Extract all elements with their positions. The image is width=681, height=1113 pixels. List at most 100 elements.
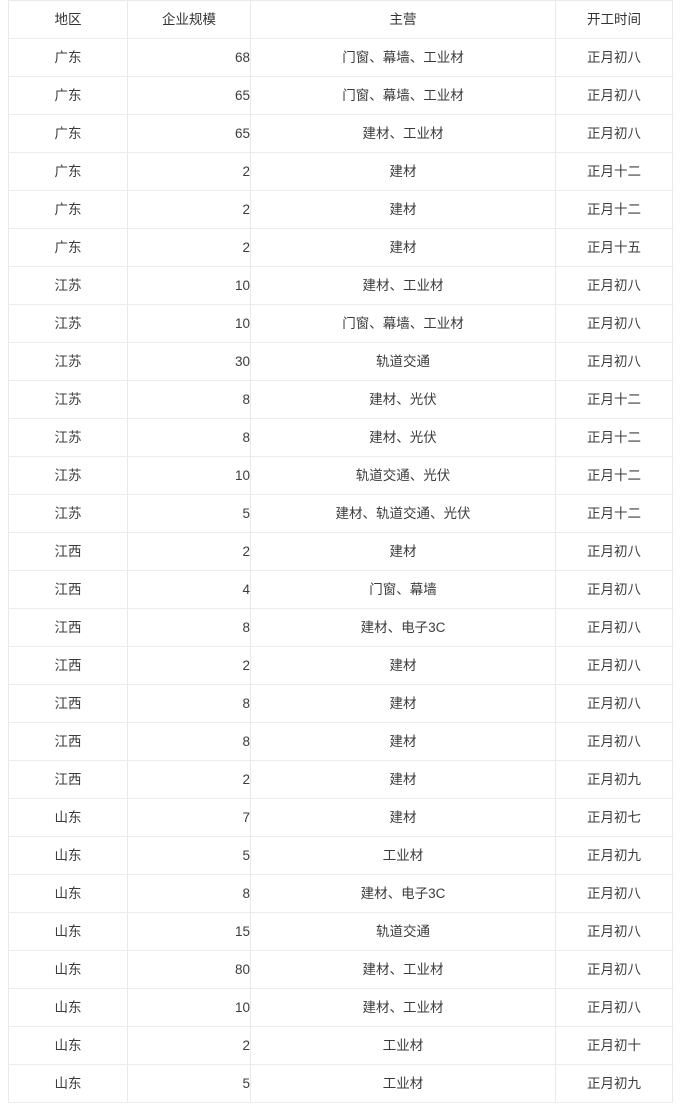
table-row: 山东 2 工业材 正月初十 — [8, 1026, 673, 1065]
cell-scale: 7 — [127, 798, 251, 837]
cell-biz: 建材 — [250, 190, 556, 229]
cell-scale: 2 — [127, 190, 251, 229]
cell-scale: 10 — [127, 266, 251, 305]
cell-date: 正月初八 — [555, 874, 673, 913]
table-row: 广东 65 门窗、幕墙、工业材 正月初八 — [8, 76, 673, 115]
table-row: 江西 2 建材 正月初八 — [8, 532, 673, 571]
table-row: 山东 5 工业材 正月初九 — [8, 836, 673, 875]
cell-biz: 建材、工业材 — [250, 114, 556, 153]
cell-date: 正月初八 — [555, 646, 673, 685]
cell-biz: 建材、工业材 — [250, 266, 556, 305]
cell-date: 正月初八 — [555, 950, 673, 989]
table-row: 江苏 10 轨道交通、光伏 正月十二 — [8, 456, 673, 495]
cell-scale: 30 — [127, 342, 251, 381]
cell-date: 正月十二 — [555, 190, 673, 229]
cell-scale: 2 — [127, 532, 251, 571]
cell-biz: 建材 — [250, 532, 556, 571]
table-row: 江苏 30 轨道交通 正月初八 — [8, 342, 673, 381]
cell-region: 广东 — [8, 152, 128, 191]
table-row: 山东 5 工业材 正月初九 — [8, 1064, 673, 1103]
cell-scale: 5 — [127, 1064, 251, 1103]
cell-scale: 5 — [127, 836, 251, 875]
table-row: 江西 2 建材 正月初九 — [8, 760, 673, 799]
cell-region: 江西 — [8, 570, 128, 609]
table-row: 江苏 8 建材、光伏 正月十二 — [8, 418, 673, 457]
table-row: 山东 10 建材、工业材 正月初八 — [8, 988, 673, 1027]
cell-biz: 建材 — [250, 760, 556, 799]
cell-date: 正月初八 — [555, 114, 673, 153]
enterprise-startup-table: 地区 企业规模 主营 开工时间 广东 68 门窗、幕墙、工业材 正月初八 广东 65 门窗、… — [8, 0, 673, 1103]
table-row: 江西 4 门窗、幕墙 正月初八 — [8, 570, 673, 609]
cell-biz: 建材 — [250, 722, 556, 761]
cell-biz: 门窗、幕墙、工业材 — [250, 304, 556, 343]
table-container: 地区 企业规模 主营 开工时间 广东 68 门窗、幕墙、工业材 正月初八 广东 65 门窗、… — [8, 0, 673, 1103]
table-row: 山东 80 建材、工业材 正月初八 — [8, 950, 673, 989]
cell-region: 广东 — [8, 38, 128, 77]
cell-biz: 建材、轨道交通、光伏 — [250, 494, 556, 533]
cell-scale: 10 — [127, 456, 251, 495]
table-row: 江西 8 建材 正月初八 — [8, 722, 673, 761]
cell-date: 正月十二 — [555, 494, 673, 533]
cell-scale: 8 — [127, 684, 251, 723]
column-header-date: 开工时间 — [555, 0, 673, 39]
cell-scale: 8 — [127, 418, 251, 457]
cell-date: 正月十二 — [555, 418, 673, 457]
cell-date: 正月初八 — [555, 988, 673, 1027]
cell-scale: 10 — [127, 304, 251, 343]
cell-biz: 建材、光伏 — [250, 380, 556, 419]
cell-region: 广东 — [8, 76, 128, 115]
cell-date: 正月十二 — [555, 152, 673, 191]
cell-region: 山东 — [8, 912, 128, 951]
cell-scale: 10 — [127, 988, 251, 1027]
cell-biz: 建材 — [250, 228, 556, 267]
cell-date: 正月初八 — [555, 684, 673, 723]
cell-biz: 轨道交通 — [250, 912, 556, 951]
cell-region: 江苏 — [8, 494, 128, 533]
cell-date: 正月初八 — [555, 304, 673, 343]
cell-region: 广东 — [8, 114, 128, 153]
table-row: 江西 8 建材 正月初八 — [8, 684, 673, 723]
table-row: 江西 2 建材 正月初八 — [8, 646, 673, 685]
cell-region: 江西 — [8, 760, 128, 799]
cell-date: 正月初十 — [555, 1026, 673, 1065]
cell-biz: 工业材 — [250, 1064, 556, 1103]
cell-region: 江苏 — [8, 342, 128, 381]
table-row: 广东 2 建材 正月十二 — [8, 152, 673, 191]
cell-scale: 8 — [127, 380, 251, 419]
cell-biz: 建材 — [250, 646, 556, 685]
cell-scale: 68 — [127, 38, 251, 77]
cell-scale: 80 — [127, 950, 251, 989]
cell-biz: 工业材 — [250, 1026, 556, 1065]
cell-biz: 建材 — [250, 684, 556, 723]
cell-scale: 8 — [127, 874, 251, 913]
cell-date: 正月初九 — [555, 836, 673, 875]
cell-scale: 8 — [127, 722, 251, 761]
cell-date: 正月初八 — [555, 342, 673, 381]
cell-scale: 2 — [127, 646, 251, 685]
table-row: 江苏 8 建材、光伏 正月十二 — [8, 380, 673, 419]
cell-region: 山东 — [8, 1026, 128, 1065]
table-row: 江苏 10 建材、工业材 正月初八 — [8, 266, 673, 305]
cell-region: 山东 — [8, 988, 128, 1027]
cell-biz: 轨道交通、光伏 — [250, 456, 556, 495]
cell-region: 江西 — [8, 684, 128, 723]
cell-region: 江苏 — [8, 418, 128, 457]
cell-scale: 8 — [127, 608, 251, 647]
cell-region: 江西 — [8, 608, 128, 647]
table-header: 地区 企业规模 主营 开工时间 — [8, 0, 673, 39]
table-header-row: 地区 企业规模 主营 开工时间 — [8, 0, 673, 39]
table-row: 广东 65 建材、工业材 正月初八 — [8, 114, 673, 153]
table-row: 山东 8 建材、电子3C 正月初八 — [8, 874, 673, 913]
cell-date: 正月初八 — [555, 266, 673, 305]
cell-scale: 2 — [127, 1026, 251, 1065]
cell-biz: 建材、光伏 — [250, 418, 556, 457]
cell-date: 正月初七 — [555, 798, 673, 837]
cell-date: 正月十二 — [555, 380, 673, 419]
table-row: 广东 68 门窗、幕墙、工业材 正月初八 — [8, 38, 673, 77]
cell-scale: 5 — [127, 494, 251, 533]
cell-region: 山东 — [8, 836, 128, 875]
cell-region: 江苏 — [8, 380, 128, 419]
cell-date: 正月初八 — [555, 76, 673, 115]
cell-biz: 门窗、幕墙、工业材 — [250, 38, 556, 77]
cell-date: 正月初八 — [555, 608, 673, 647]
